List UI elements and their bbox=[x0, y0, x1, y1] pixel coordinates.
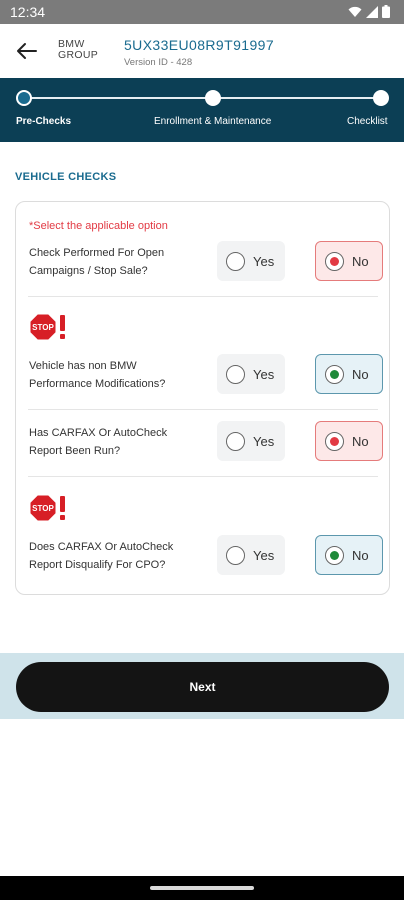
question-2-line-2: Performance Modifications? bbox=[29, 378, 166, 390]
no-label: No bbox=[352, 547, 369, 563]
stepper-line bbox=[24, 97, 381, 99]
question-1-no-option[interactable]: No bbox=[315, 241, 383, 281]
step-dot-pre-checks[interactable] bbox=[16, 90, 32, 106]
yes-label: Yes bbox=[253, 433, 275, 449]
question-2-line-1: Vehicle has non BMW bbox=[29, 360, 137, 372]
question-4-line-2: Report Disqualify For CPO? bbox=[29, 559, 166, 571]
step-dot-enrollment[interactable] bbox=[205, 90, 221, 106]
question-4-line-1: Does CARFAX Or AutoCheck bbox=[29, 541, 174, 553]
battery-icon bbox=[382, 5, 390, 18]
radio-unselected-icon bbox=[226, 251, 245, 271]
system-nav-bar bbox=[0, 876, 404, 900]
step-dot-checklist[interactable] bbox=[373, 90, 389, 106]
wifi-icon bbox=[348, 6, 362, 17]
stop-sign-text: STOP bbox=[32, 323, 54, 332]
radio-selected-icon bbox=[325, 364, 344, 384]
divider bbox=[28, 476, 378, 477]
no-label: No bbox=[352, 253, 369, 269]
back-button[interactable] bbox=[12, 38, 40, 64]
question-2-no-option[interactable]: No bbox=[315, 354, 383, 394]
status-bar: 12:34 bbox=[0, 0, 404, 24]
next-button[interactable]: Next bbox=[16, 662, 389, 712]
question-1-yes-option[interactable]: Yes bbox=[217, 241, 285, 281]
question-4-no-option[interactable]: No bbox=[315, 535, 383, 575]
yes-label: Yes bbox=[253, 547, 275, 563]
brand-logo: BMW GROUP bbox=[58, 39, 98, 61]
stop-sign-icon: STOP bbox=[29, 313, 65, 341]
question-3-no-option[interactable]: No bbox=[315, 421, 383, 461]
question-1-line-2: Campaigns / Stop Sale? bbox=[29, 265, 148, 277]
home-gesture-handle[interactable] bbox=[150, 886, 254, 890]
back-arrow-icon bbox=[17, 43, 37, 59]
radio-selected-icon bbox=[325, 251, 344, 271]
vehicle-checks-card: *Select the applicable option Check Perf… bbox=[15, 201, 390, 595]
yes-label: Yes bbox=[253, 253, 275, 269]
step-label-checklist[interactable]: Checklist bbox=[347, 116, 388, 127]
question-3-line-1: Has CARFAX Or AutoCheck bbox=[29, 427, 168, 439]
brand-line-2: GROUP bbox=[58, 49, 99, 61]
question-4-text: Does CARFAX Or AutoCheck Report Disquali… bbox=[29, 538, 173, 574]
question-3-text: Has CARFAX Or AutoCheck Report Been Run? bbox=[29, 424, 167, 460]
progress-stepper: Pre-Checks Enrollment & Maintenance Chec… bbox=[0, 78, 404, 142]
vin-number: 5UX33EU08R9T91997 bbox=[124, 37, 275, 53]
radio-selected-icon bbox=[325, 545, 344, 565]
exclamation-icon bbox=[60, 315, 65, 331]
radio-selected-icon bbox=[325, 431, 344, 451]
question-2-text: Vehicle has non BMW Performance Modifica… bbox=[29, 357, 165, 393]
divider bbox=[28, 409, 378, 410]
question-1-text: Check Performed For Open Campaigns / Sto… bbox=[29, 244, 164, 280]
yes-label: Yes bbox=[253, 366, 275, 382]
status-icons bbox=[348, 5, 390, 18]
status-time: 12:34 bbox=[10, 4, 46, 20]
exclamation-icon bbox=[60, 496, 65, 512]
question-4-yes-option[interactable]: Yes bbox=[217, 535, 285, 575]
question-2-yes-option[interactable]: Yes bbox=[217, 354, 285, 394]
app-header: BMW GROUP 5UX33EU08R9T91997 Version ID -… bbox=[0, 24, 404, 78]
step-label-pre-checks[interactable]: Pre-Checks bbox=[16, 116, 71, 127]
question-1-line-1: Check Performed For Open bbox=[29, 247, 165, 259]
radio-unselected-icon bbox=[226, 431, 245, 451]
stop-sign-icon: STOP bbox=[29, 494, 65, 522]
instruction-text: *Select the applicable option bbox=[29, 220, 168, 232]
no-label: No bbox=[352, 433, 369, 449]
question-3-yes-option[interactable]: Yes bbox=[217, 421, 285, 461]
signal-icon bbox=[366, 5, 378, 18]
version-id: Version ID - 428 bbox=[124, 57, 193, 68]
no-label: No bbox=[352, 366, 369, 382]
question-3-line-2: Report Been Run? bbox=[29, 445, 121, 457]
radio-unselected-icon bbox=[226, 364, 245, 384]
radio-unselected-icon bbox=[226, 545, 245, 565]
divider bbox=[28, 296, 378, 297]
stop-sign-text: STOP bbox=[32, 504, 54, 513]
step-label-enrollment[interactable]: Enrollment & Maintenance bbox=[154, 116, 271, 127]
section-title: VEHICLE CHECKS bbox=[15, 171, 117, 183]
